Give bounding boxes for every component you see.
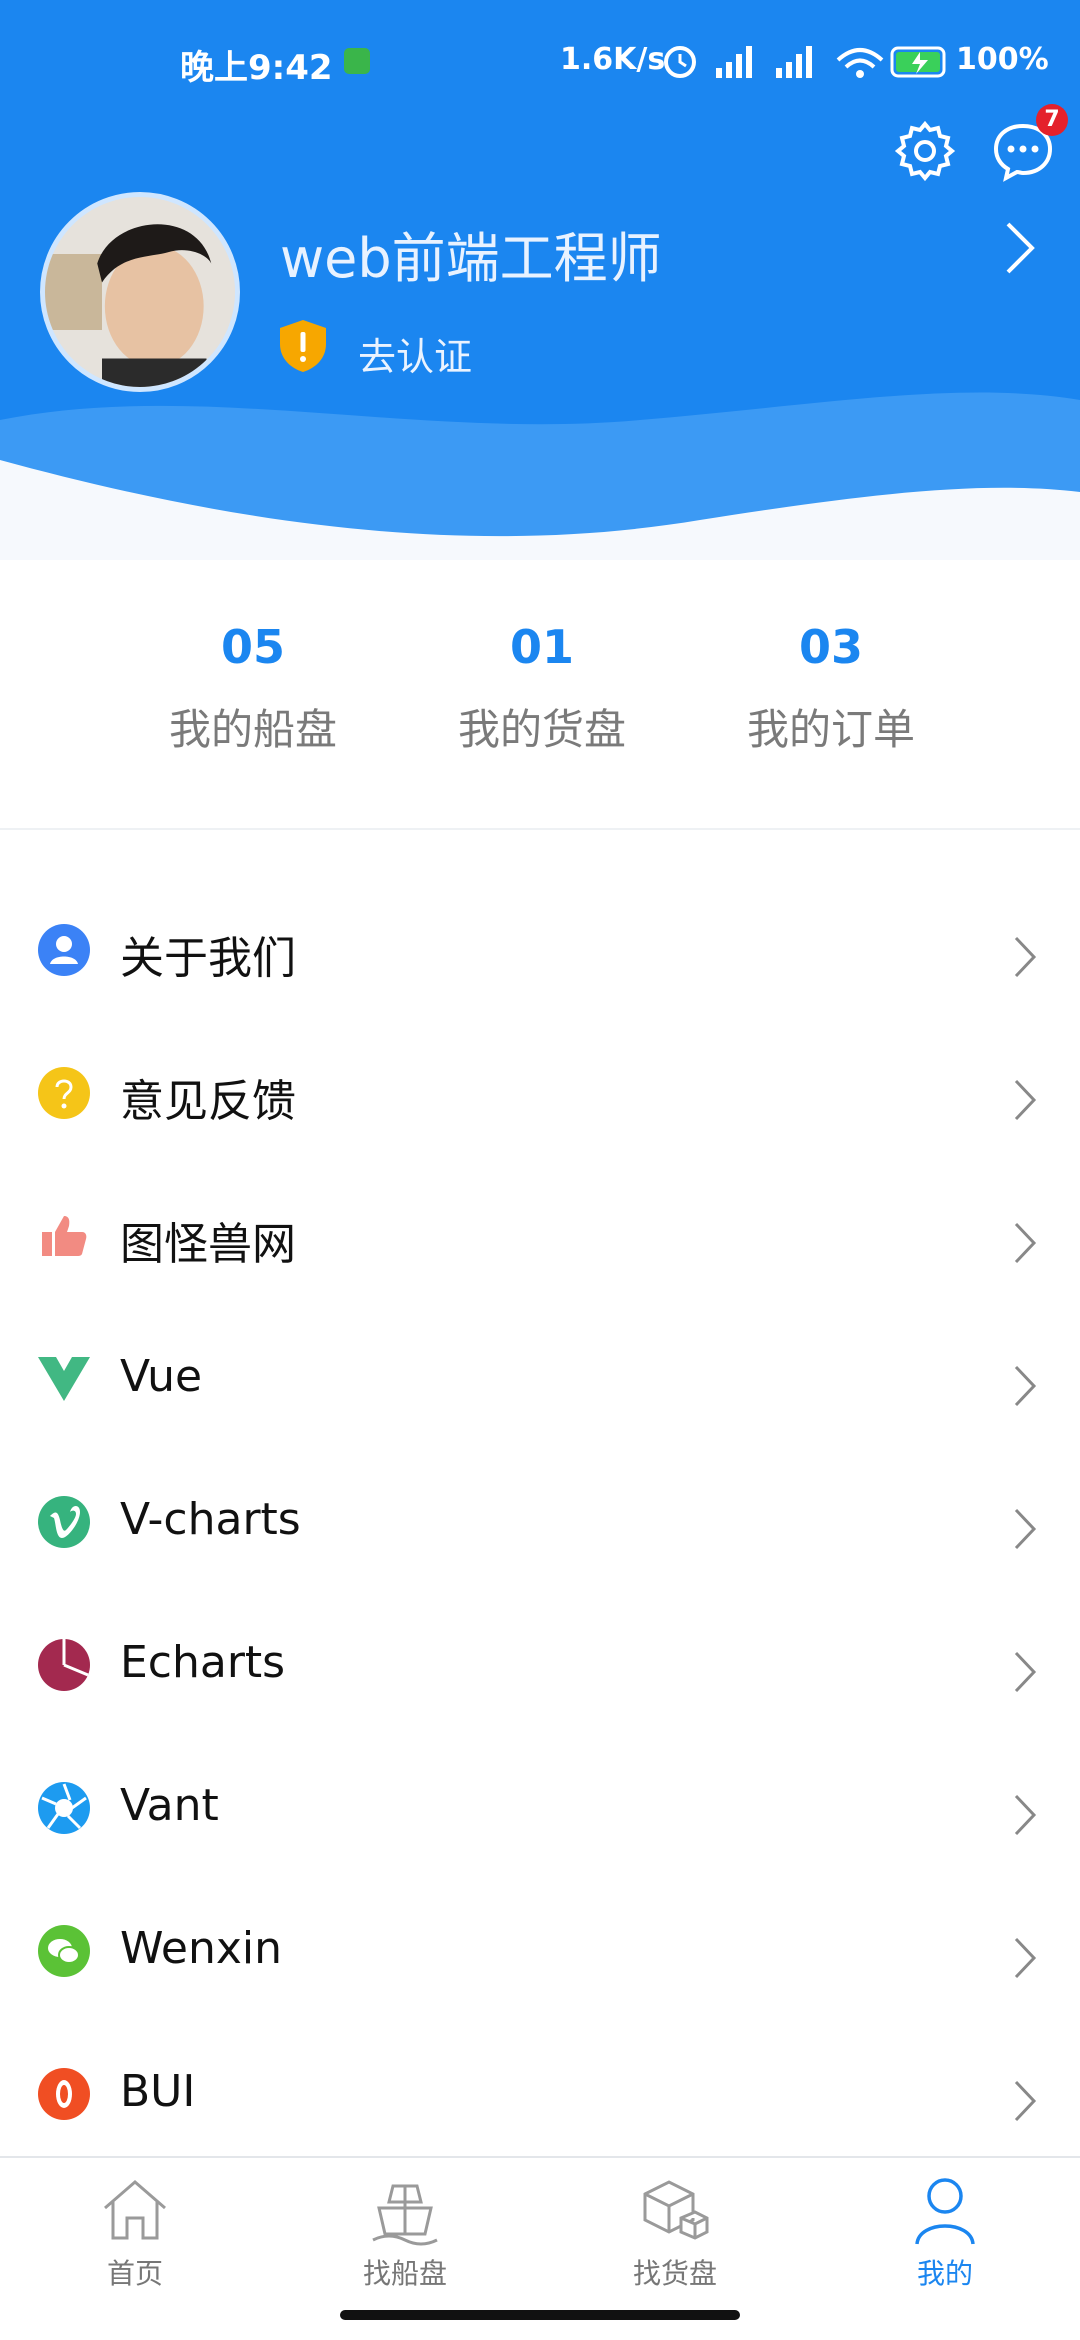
- tab-mine[interactable]: 我的: [810, 2172, 1080, 2292]
- user-icon: [915, 2178, 975, 2245]
- menu-item-wenxin[interactable]: Wenxin: [0, 1879, 1080, 2022]
- signal-icons: [664, 46, 946, 78]
- question-icon: [38, 1067, 90, 1119]
- thumbs-up-icon: [42, 1216, 87, 1256]
- menu-item-vant[interactable]: Vant: [0, 1736, 1080, 1879]
- stat-label: 我的货盘: [457, 705, 626, 754]
- person-icon: [38, 924, 90, 976]
- app-notification-icon: [344, 48, 370, 74]
- menu-label: Echarts: [120, 1637, 286, 1688]
- chevron-right-icon: [1014, 1794, 1037, 1836]
- stat-ship-disk[interactable]: 05 我的船盘: [108, 620, 398, 757]
- chevron-right-icon: [1014, 1651, 1037, 1693]
- chevron-right-icon: [1014, 936, 1037, 978]
- shield-icon: [280, 320, 326, 372]
- gear-icon[interactable]: [892, 118, 958, 184]
- menu-item-echarts[interactable]: Echarts: [0, 1593, 1080, 1736]
- tab-home[interactable]: 首页: [0, 2172, 270, 2292]
- home-indicator[interactable]: [340, 2310, 740, 2320]
- menu-item-bui[interactable]: BUI: [0, 2022, 1080, 2165]
- box-icon: [643, 2180, 709, 2240]
- menu-item-feedback[interactable]: 意见反馈: [0, 1021, 1080, 1164]
- menu-label: 关于我们: [120, 933, 296, 984]
- message-badge: 7: [1036, 104, 1068, 136]
- stats-section: 05 我的船盘 01 我的货盘 03 我的订单: [0, 600, 1080, 830]
- menu-label: Vant: [120, 1780, 219, 1831]
- chevron-right-icon: [1014, 1508, 1037, 1550]
- stat-label: 我的订单: [746, 705, 915, 754]
- stat-label: 我的船盘: [168, 705, 337, 754]
- tab-label: 找货盘: [632, 2257, 717, 2290]
- menu-item-tuguaishou[interactable]: 图怪兽网: [0, 1164, 1080, 1307]
- chevron-right-icon: [1014, 1222, 1037, 1264]
- profile-header: 晚上9:42 1.6K/s 100% 7 web前端工程师 去认证: [0, 0, 1080, 560]
- menu-label: Wenxin: [120, 1923, 283, 1974]
- tab-label: 找船盘: [362, 2257, 447, 2290]
- ship-icon: [372, 2184, 438, 2246]
- chevron-right-icon: [1014, 2080, 1037, 2122]
- menu-label: BUI: [120, 2066, 196, 2117]
- tab-label: 首页: [106, 2257, 163, 2290]
- menu-list: 关于我们 意见反馈 图怪兽网 Vue V-charts Echarts Vant…: [0, 878, 1080, 2165]
- chevron-right-icon[interactable]: [1000, 218, 1040, 278]
- vue-icon: [38, 1357, 90, 1401]
- menu-item-v-charts[interactable]: V-charts: [0, 1450, 1080, 1593]
- username[interactable]: web前端工程师: [280, 214, 662, 293]
- menu-item-about[interactable]: 关于我们: [0, 878, 1080, 1021]
- wechat-icon: [38, 1925, 90, 1977]
- chevron-right-icon: [1014, 1937, 1037, 1979]
- vimeo-icon: [38, 1496, 90, 1548]
- menu-label: 意见反馈: [120, 1076, 296, 1127]
- battery-level: 100%: [956, 42, 1049, 77]
- chevron-right-icon: [1014, 1079, 1037, 1121]
- menu-label: Vue: [120, 1351, 203, 1402]
- tab-find-cargo[interactable]: 找货盘: [540, 2172, 810, 2292]
- status-bar: 晚上9:42 1.6K/s 100%: [0, 0, 1080, 120]
- status-time: 晚上9:42: [180, 48, 333, 88]
- avatar[interactable]: [40, 192, 240, 392]
- aperture-icon: [38, 1782, 90, 1834]
- menu-label: V-charts: [120, 1494, 301, 1545]
- menu-item-vue[interactable]: Vue: [0, 1307, 1080, 1450]
- chevron-right-icon: [1014, 1365, 1037, 1407]
- menu-label: 图怪兽网: [120, 1219, 296, 1270]
- network-speed: 1.6K/s: [560, 42, 666, 77]
- verify-link[interactable]: 去认证: [358, 326, 472, 381]
- stat-value: 01: [509, 620, 574, 674]
- stat-cargo-disk[interactable]: 01 我的货盘: [397, 620, 687, 757]
- tab-find-ship[interactable]: 找船盘: [270, 2172, 540, 2292]
- tab-label: 我的: [916, 2257, 973, 2290]
- stat-value: 03: [798, 620, 863, 674]
- bui-icon: [38, 2068, 90, 2120]
- stat-orders[interactable]: 03 我的订单: [686, 620, 976, 757]
- home-icon: [104, 2180, 166, 2240]
- pie-icon: [38, 1639, 90, 1691]
- avatar-image: [45, 197, 235, 387]
- stat-value: 05: [220, 620, 285, 674]
